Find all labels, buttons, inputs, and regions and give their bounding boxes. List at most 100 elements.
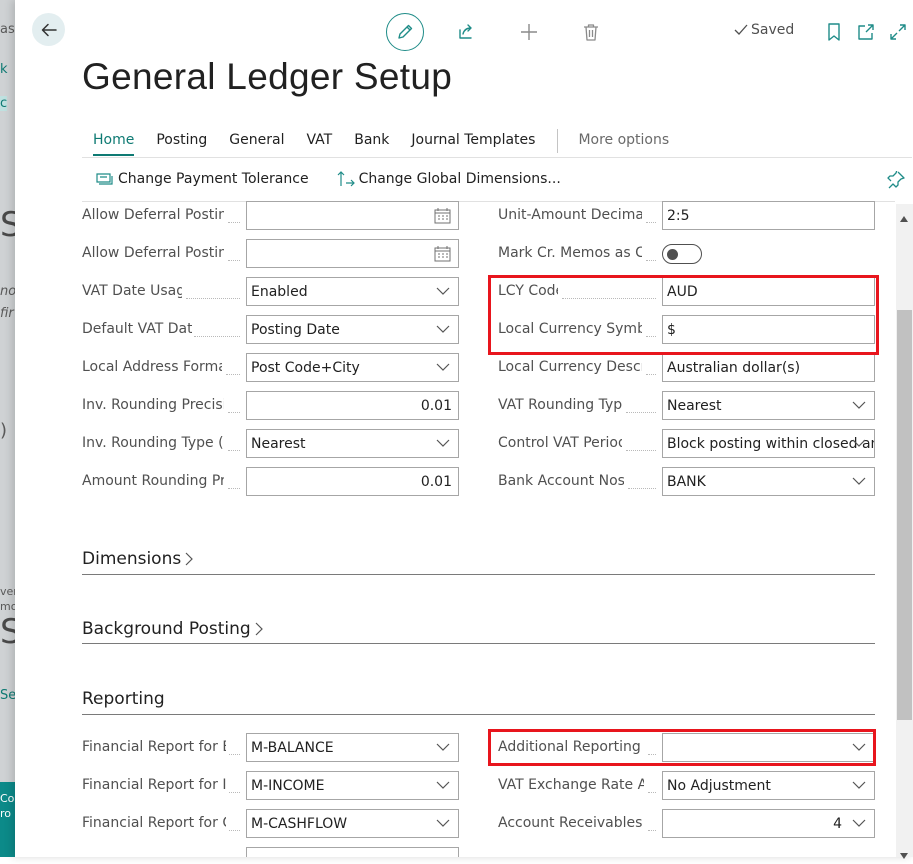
chevron-down-icon — [436, 363, 450, 371]
background-fragment: ro — [0, 807, 12, 820]
share-button[interactable] — [456, 22, 476, 42]
account-receivables-select[interactable]: 4 — [662, 809, 875, 838]
tab-home[interactable]: Home — [93, 132, 135, 156]
dotted-leader — [626, 450, 656, 451]
new-button[interactable] — [519, 22, 539, 42]
trash-icon — [584, 24, 598, 41]
background-fragment: c — [0, 96, 8, 111]
page-title: General Ledger Setup — [82, 56, 453, 97]
tab-general[interactable]: General — [229, 132, 284, 150]
bookmark-button[interactable] — [826, 22, 842, 42]
change-global-dimensions-label: Change Global Dimensions... — [358, 171, 561, 187]
control-vat-period-select[interactable]: Block posting within closed an — [662, 429, 875, 458]
tab-bank[interactable]: Bank — [354, 132, 389, 150]
field-label: Amount Rounding Pr... — [82, 473, 224, 489]
background-fragment: asl — [0, 22, 15, 37]
local-address-format-select[interactable]: Post Code+City — [246, 353, 459, 382]
background-fragment: Co — [0, 792, 15, 805]
financial-report-income-statement-select[interactable]: M-INCOME — [246, 771, 459, 800]
open-in-new-window-icon — [858, 24, 874, 40]
bank-account-nos-select[interactable]: BANK — [662, 467, 875, 496]
field-label: Account Receivables ... — [498, 815, 644, 831]
dotted-leader — [226, 374, 240, 375]
back-button[interactable] — [32, 13, 65, 46]
tab-vat[interactable]: VAT — [306, 132, 332, 150]
tabs-divider — [82, 157, 912, 158]
chevron-down-icon — [436, 781, 450, 789]
dimensions-section-header[interactable]: Dimensions — [82, 549, 194, 569]
chevron-right-icon — [185, 552, 194, 566]
field-label: Allow Deferral Postin... — [82, 207, 224, 223]
field-label: Financial Report for C... — [82, 815, 226, 831]
open-new-window-button[interactable] — [856, 22, 876, 42]
field-label: Financial Report for B... — [82, 739, 226, 755]
toggle-knob — [667, 249, 678, 260]
inv-rounding-precision-field[interactable]: 0.01 — [246, 391, 459, 420]
amount-rounding-precision-field[interactable]: 0.01 — [246, 467, 459, 496]
dimensions-section-title: Dimensions — [82, 549, 182, 569]
background-fragment: fir — [0, 306, 14, 321]
chevron-down-icon — [852, 401, 866, 409]
bookmark-icon — [828, 23, 840, 41]
local-currency-description-field[interactable]: Australian dollar(s) — [662, 353, 875, 382]
allow-deferral-posting-to-field[interactable] — [246, 239, 459, 268]
triangle-down-icon — [900, 853, 908, 859]
pin-button[interactable] — [887, 169, 905, 193]
dotted-leader — [229, 792, 240, 793]
dotted-leader — [646, 260, 656, 261]
field-label: Financial Report for I... — [82, 777, 226, 793]
highlight-lcy-fields — [488, 275, 879, 355]
dotted-leader — [228, 260, 240, 261]
section-divider — [82, 714, 875, 715]
checkmark-icon — [734, 24, 748, 35]
unit-amount-decimal-places-field[interactable]: 2:5 — [662, 201, 875, 230]
change-payment-tolerance-label: Change Payment Tolerance — [118, 171, 309, 187]
change-global-dimensions-action[interactable]: Change Global Dimensions... — [337, 171, 561, 187]
field-label: Inv. Rounding Precisi... — [82, 397, 224, 413]
allow-deferral-posting-from-field[interactable] — [246, 201, 459, 230]
dotted-leader — [648, 830, 656, 831]
pencil-icon — [398, 24, 413, 39]
vat-exchange-rate-adjustment-select[interactable]: No Adjustment — [662, 771, 875, 800]
field-label: Mark Cr. Memos as C... — [498, 245, 642, 261]
background-page: asl k c S no fir ) ver mo S Se Co ro — [0, 0, 15, 857]
share-icon — [459, 24, 472, 39]
expand-button[interactable] — [888, 22, 908, 42]
scroll-down-button[interactable] — [899, 845, 909, 864]
saved-status: Saved — [734, 22, 794, 38]
background-posting-section-header[interactable]: Background Posting — [82, 619, 263, 639]
dotted-leader — [229, 830, 240, 831]
reporting-section-header[interactable]: Reporting — [82, 689, 165, 709]
tab-separator — [557, 129, 559, 153]
vat-rounding-type-select[interactable]: Nearest — [662, 391, 875, 420]
tab-journal-templates[interactable]: Journal Templates — [411, 132, 535, 150]
dotted-leader — [648, 792, 656, 793]
scroll-up-button[interactable] — [899, 208, 909, 227]
scrollbar-thumb[interactable] — [897, 310, 912, 720]
dotted-leader — [228, 222, 240, 223]
plus-icon — [521, 24, 537, 40]
delete-button[interactable] — [581, 22, 601, 42]
reporting-section-title: Reporting — [82, 689, 165, 709]
pin-icon — [887, 169, 905, 189]
inv-rounding-type-select[interactable]: Nearest — [246, 429, 459, 458]
dotted-leader — [228, 450, 240, 451]
dimensions-icon — [337, 171, 355, 187]
field-label: VAT Exchange Rate A... — [498, 777, 644, 793]
financial-report-balance-sheet-select[interactable]: M-BALANCE — [246, 733, 459, 762]
default-vat-date-select[interactable]: Posting Date — [246, 315, 459, 344]
chevron-down-icon — [852, 477, 866, 485]
mark-cr-memos-as-corrections-toggle[interactable] — [662, 244, 702, 264]
tab-posting[interactable]: Posting — [156, 132, 207, 150]
field-label: Bank Account Nos. — [498, 473, 624, 489]
field-label: Inv. Rounding Type (L... — [82, 435, 224, 451]
field-label: Unit-Amount Decima... — [498, 207, 642, 223]
more-options-tab[interactable]: More options — [578, 132, 669, 150]
next-field-partial[interactable] — [246, 847, 459, 857]
edit-button[interactable] — [386, 13, 424, 51]
change-payment-tolerance-action[interactable]: Change Payment Tolerance — [96, 171, 309, 187]
dotted-leader — [229, 754, 240, 755]
financial-report-cash-flow-select[interactable]: M-CASHFLOW — [246, 809, 459, 838]
vat-date-usage-select[interactable]: Enabled — [246, 277, 459, 306]
chevron-down-icon — [436, 819, 450, 827]
